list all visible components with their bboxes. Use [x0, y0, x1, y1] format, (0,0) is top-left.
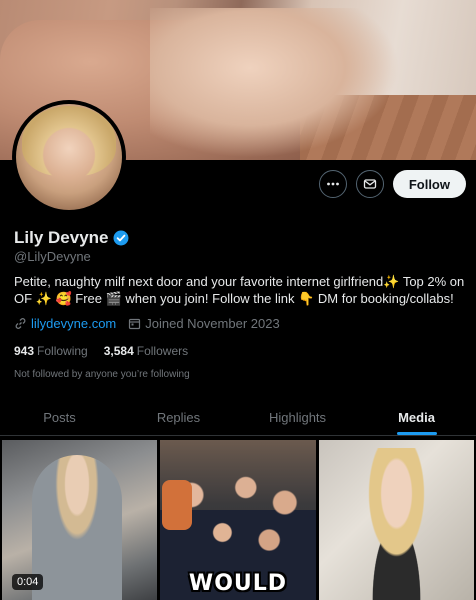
tab-replies[interactable]: Replies: [119, 400, 238, 435]
tab-posts[interactable]: Posts: [0, 400, 119, 435]
message-button[interactable]: [355, 170, 384, 198]
media-grid: 0:04 WOULD: [0, 440, 476, 600]
avatar-hair: [22, 106, 116, 176]
media-thumbnail-image: [32, 455, 122, 600]
followers-link[interactable]: 3,584 Followers: [104, 344, 188, 358]
website-link[interactable]: lilydevyne.com: [31, 316, 116, 331]
banner-figure: [150, 8, 400, 158]
tab-highlights[interactable]: Highlights: [238, 400, 357, 435]
not-followed-notice: Not followed by anyone you’re following: [14, 369, 190, 380]
media-tile-photo[interactable]: [318, 440, 474, 600]
media-tile-meme[interactable]: WOULD: [160, 440, 316, 600]
joined-date: Joined November 2023: [145, 316, 280, 331]
following-count: 943: [14, 344, 35, 358]
name-row: Lily Devyne: [14, 228, 129, 248]
following-label: Following: [37, 344, 88, 358]
avatar-image: [16, 104, 122, 210]
tab-media[interactable]: Media: [357, 400, 476, 435]
verified-badge-icon[interactable]: [113, 230, 129, 246]
profile-actions: Follow: [318, 170, 466, 198]
display-name: Lily Devyne: [14, 228, 109, 247]
media-thumbnail-image: [348, 448, 444, 600]
meme-caption: WOULD: [188, 571, 288, 596]
media-tile-video[interactable]: 0:04: [2, 440, 158, 600]
following-link[interactable]: 943 Following: [14, 344, 88, 358]
website-item: lilydevyne.com: [14, 316, 116, 331]
joined-item: Joined November 2023: [128, 316, 280, 331]
profile-tabs: Posts Replies Highlights Media: [0, 400, 476, 436]
follow-button[interactable]: Follow: [392, 170, 466, 198]
user-handle: @LilyDevyne: [14, 249, 91, 264]
calendar-icon: [129, 318, 141, 330]
profile-bio: Petite, naughty milf next door and your …: [14, 274, 465, 306]
link-icon: [15, 318, 26, 329]
video-duration-badge: 0:04: [12, 574, 44, 590]
more-button[interactable]: [318, 170, 347, 198]
followers-count: 3,584: [103, 344, 134, 358]
follow-counts: 943 Following 3,584 Followers: [14, 344, 188, 358]
avatar[interactable]: [12, 100, 126, 214]
envelope-icon: [363, 179, 376, 189]
profile-meta: lilydevyne.com Joined November 2023: [14, 316, 280, 331]
more-icon: [326, 182, 339, 186]
media-thumbnail-detail: [162, 480, 193, 530]
followers-label: Followers: [136, 344, 189, 358]
